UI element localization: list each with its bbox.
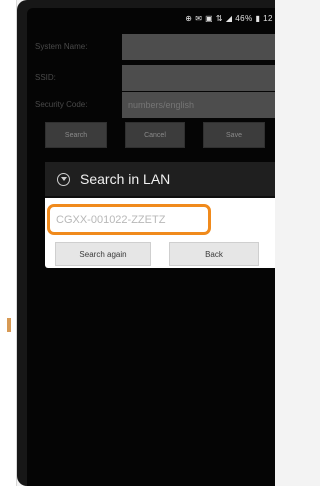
app-screen: ⊕ ✉ ▣ ⇅ ◢ 46% ▮ 12 System Name: SSID: Se…	[27, 8, 275, 486]
action-buttons: Search Cancel Save	[45, 122, 275, 148]
dialog-title: Search in LAN	[80, 171, 171, 187]
ssid-field[interactable]	[122, 65, 275, 91]
ssid-label: SSID:	[35, 73, 56, 82]
device-id-text: CGXX-001022-ZZETZ	[56, 213, 166, 226]
background-page-strip	[0, 0, 17, 486]
device-list-item[interactable]: CGXX-001022-ZZETZ	[47, 204, 211, 235]
status-bar: ⊕ ✉ ▣ ⇅ ◢ 46% ▮ 12	[185, 14, 273, 23]
page-accent-mark	[7, 318, 11, 332]
ssid-row: SSID:	[27, 65, 275, 91]
search-again-button[interactable]: Search again	[55, 242, 151, 266]
security-code-row: Security Code:	[27, 92, 275, 118]
save-button[interactable]: Save	[203, 122, 265, 148]
security-code-field[interactable]	[122, 92, 275, 118]
system-name-row: System Name:	[27, 34, 275, 60]
expand-circle-icon	[57, 172, 70, 186]
back-button[interactable]: Back	[169, 242, 259, 266]
cancel-button[interactable]: Cancel	[125, 122, 185, 148]
system-name-label: System Name:	[35, 42, 88, 51]
security-code-label: Security Code:	[35, 100, 88, 109]
dialog-header: Search in LAN	[45, 162, 275, 198]
search-button[interactable]: Search	[45, 122, 107, 148]
search-dialog: Search in LAN CGXX-001022-ZZETZ Search a…	[45, 162, 275, 268]
phone-frame: ⊕ ✉ ▣ ⇅ ◢ 46% ▮ 12 System Name: SSID: Se…	[17, 0, 275, 486]
system-name-field[interactable]	[122, 34, 275, 60]
